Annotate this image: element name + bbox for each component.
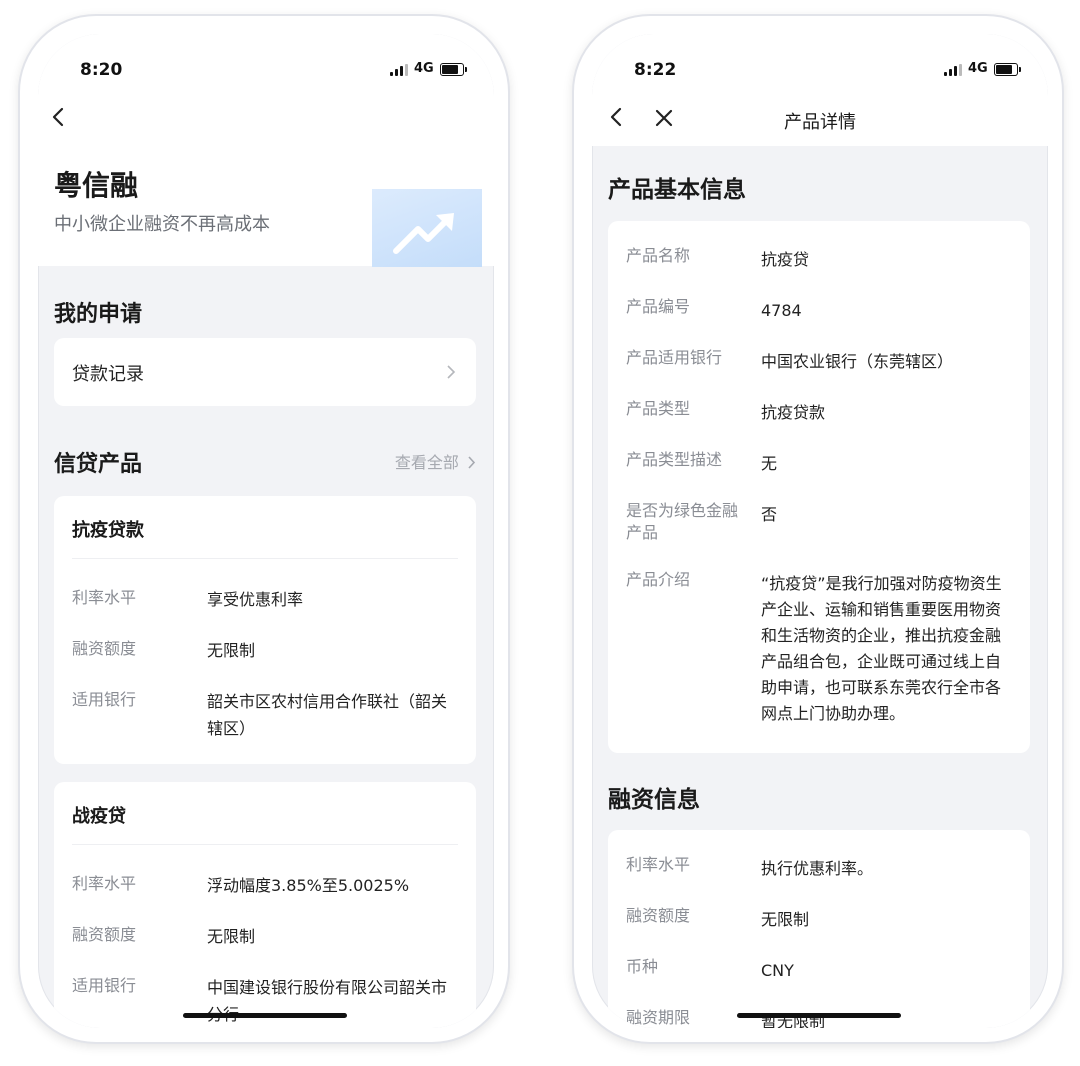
screen-left: 粤信融 中小微企业融资不再高成本 8:20 4G 我的申请 贷款记录 信贷产品 (38, 34, 494, 1028)
detail-label: 产品类型 (626, 399, 691, 418)
battery-icon (994, 63, 1021, 76)
field-label: 适用银行 (72, 976, 137, 995)
network-label: 4G (414, 61, 434, 76)
loan-records-label: 贷款记录 (72, 364, 144, 385)
field-label: 融资额度 (72, 925, 137, 944)
detail-label: 产品介绍 (626, 570, 691, 589)
basic-info-title: 产品基本信息 (608, 177, 746, 203)
detail-value: 抗疫贷款 (761, 403, 826, 422)
field-label: 利率水平 (72, 588, 137, 607)
detail-value: CNY (761, 961, 794, 980)
credit-products-title: 信贷产品 (54, 452, 143, 477)
signal-icon (944, 64, 964, 76)
phone-right: 产品详情 8:22 4G 产品基本信息 产品名称 抗疫贷 产品编号 4784 产… (572, 14, 1064, 1044)
field-value: 韶关市区农村信用合作联社（韶关辖区） (207, 692, 448, 738)
status-time: 8:22 (634, 60, 677, 80)
financing-info-title: 融资信息 (608, 787, 700, 813)
back-icon[interactable] (48, 106, 70, 128)
detail-value: 否 (761, 505, 778, 524)
detail-value: 中国农业银行（东莞辖区） (761, 352, 954, 371)
page-subtitle: 中小微企业融资不再高成本 (54, 214, 270, 235)
field-label: 融资额度 (72, 639, 137, 658)
battery-icon (440, 63, 467, 76)
product-name: 抗疫贷款 (72, 520, 144, 541)
product-card[interactable]: 战疫贷 利率水平 浮动幅度3.85%至5.0025% 融资额度 无限制 适用银行… (54, 782, 476, 1028)
trend-up-icon (393, 213, 454, 254)
detail-value: “抗疫贷”是我行加强对防疫物资生产企业、运输和销售重要医用物资和生活物资的企业，… (761, 574, 1002, 723)
field-value: 享受优惠利率 (207, 590, 304, 609)
field-label: 适用银行 (72, 690, 137, 709)
detail-label: 融资额度 (626, 906, 691, 925)
divider (72, 844, 458, 845)
chevron-right-icon (468, 456, 476, 469)
product-card[interactable]: 抗疫贷款 利率水平 享受优惠利率 融资额度 无限制 适用银行 韶关市区农村信用合… (54, 496, 476, 764)
field-value: 浮动幅度3.85%至5.0025% (207, 876, 410, 895)
home-indicator[interactable] (183, 1013, 347, 1018)
view-all-link[interactable]: 查看全部 (395, 449, 476, 473)
field-value: 中国建设银行股份有限公司韶关市分行 (207, 978, 448, 1024)
detail-label: 产品类型描述 (626, 450, 723, 469)
status-bar: 8:22 4G (592, 34, 1048, 96)
trend-illustration (372, 189, 482, 267)
status-bar: 8:20 4G (38, 34, 494, 96)
detail-value: 暂无限制 (761, 1012, 826, 1028)
field-value: 无限制 (207, 641, 256, 660)
detail-label: 融资期限 (626, 1008, 691, 1027)
chevron-right-icon (447, 365, 456, 379)
screen-right: 产品详情 8:22 4G 产品基本信息 产品名称 抗疫贷 产品编号 4784 产… (592, 34, 1048, 1028)
detail-value: 4784 (761, 301, 802, 320)
detail-label: 是否为绿色金融产品 (626, 501, 739, 542)
home-indicator[interactable] (737, 1013, 901, 1018)
detail-label: 产品编号 (626, 297, 691, 316)
field-label: 利率水平 (72, 874, 137, 893)
divider (72, 558, 458, 559)
detail-label: 币种 (626, 957, 659, 976)
phone-left: 粤信融 中小微企业融资不再高成本 8:20 4G 我的申请 贷款记录 信贷产品 (18, 14, 510, 1044)
detail-label: 产品适用银行 (626, 348, 723, 367)
signal-icon (390, 64, 410, 76)
basic-info-card: 产品名称 抗疫贷 产品编号 4784 产品适用银行 中国农业银行（东莞辖区） 产… (608, 221, 1030, 753)
loan-records-row[interactable]: 贷款记录 (54, 338, 476, 406)
detail-value: 执行优惠利率。 (761, 859, 874, 878)
financing-info-card: 利率水平 执行优惠利率。 融资额度 无限制 币种 CNY 融资期限 暂无限制 (608, 830, 1030, 1028)
page-title: 产品详情 (784, 112, 856, 133)
network-label: 4G (968, 61, 988, 76)
detail-label: 利率水平 (626, 855, 691, 874)
detail-value: 无限制 (761, 910, 810, 929)
status-time: 8:20 (80, 60, 123, 80)
page-title: 粤信融 (54, 169, 139, 202)
view-all-label: 查看全部 (394, 453, 459, 472)
field-value: 无限制 (207, 927, 256, 946)
my-applications-title: 我的申请 (54, 302, 143, 327)
detail-value: 抗疫贷 (761, 250, 810, 269)
detail-value: 无 (761, 454, 778, 473)
detail-label: 产品名称 (626, 246, 691, 265)
product-name: 战疫贷 (72, 806, 126, 827)
